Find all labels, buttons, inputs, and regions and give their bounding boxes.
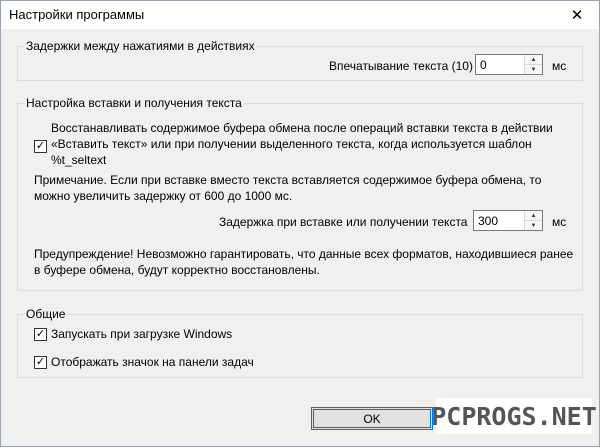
restore-clipboard-line-2: «Вставить текст» или при получении выдел… — [51, 137, 532, 151]
typing-delay-stepper[interactable]: ▲ ▼ — [475, 54, 543, 75]
delays-group-label: Задержки между нажатиями в действиях — [24, 39, 257, 53]
general-group-label: Общие — [24, 307, 68, 321]
spin-down-icon[interactable]: ▼ — [525, 221, 542, 230]
restore-clipboard-checkbox[interactable]: ✓ — [34, 140, 47, 153]
paste-group-label: Настройка вставки и получения текста — [24, 96, 244, 110]
typing-delay-spin-arrows[interactable]: ▲ ▼ — [524, 55, 542, 74]
paste-delay-spin-arrows[interactable]: ▲ ▼ — [524, 211, 542, 230]
ok-button[interactable]: OK — [311, 407, 433, 430]
restore-clipboard-line-1: Восстанавливать содержимое буфера обмена… — [51, 121, 553, 135]
warning-line-1: Предупреждение! Невозможно гарантировать… — [34, 247, 574, 261]
watermark-logo: PCPROGS.NET — [431, 398, 597, 434]
startup-label[interactable]: Запускать при загрузке Windows — [51, 327, 232, 341]
paste-delay-label: Задержка при вставке или получении текст… — [219, 215, 468, 229]
paste-delay-stepper[interactable]: ▲ ▼ — [473, 210, 543, 231]
close-icon[interactable]: ✕ — [555, 1, 599, 29]
paste-delay-unit: мс — [552, 215, 567, 229]
spin-up-icon[interactable]: ▲ — [525, 55, 542, 65]
startup-checkbox[interactable]: ✓ — [34, 328, 47, 341]
typing-delay-label: Впечатывание текста (10) — [329, 59, 473, 73]
spin-down-icon[interactable]: ▼ — [525, 65, 542, 74]
note-line-2: можно увеличить задержку от 600 до 1000 … — [34, 189, 293, 203]
settings-dialog: Настройки программы ✕ Задержки между наж… — [0, 0, 600, 447]
restore-clipboard-line-3: %t_seltext — [51, 153, 107, 167]
paste-delay-input[interactable] — [474, 211, 526, 230]
spin-up-icon[interactable]: ▲ — [525, 211, 542, 221]
window-title: Настройки программы — [9, 7, 145, 22]
typing-delay-unit: мс — [552, 59, 567, 73]
tray-icon-checkbox[interactable]: ✓ — [34, 356, 47, 369]
tray-icon-label[interactable]: Отображать значок на панели задач — [51, 355, 254, 369]
warning-line-2: в буфере обмена, будут корректно восстан… — [34, 263, 320, 277]
note-line-1: Примечание. Если при вставке вместо текс… — [34, 173, 542, 187]
title-bar: Настройки программы ✕ — [1, 1, 599, 29]
typing-delay-input[interactable] — [476, 55, 526, 74]
